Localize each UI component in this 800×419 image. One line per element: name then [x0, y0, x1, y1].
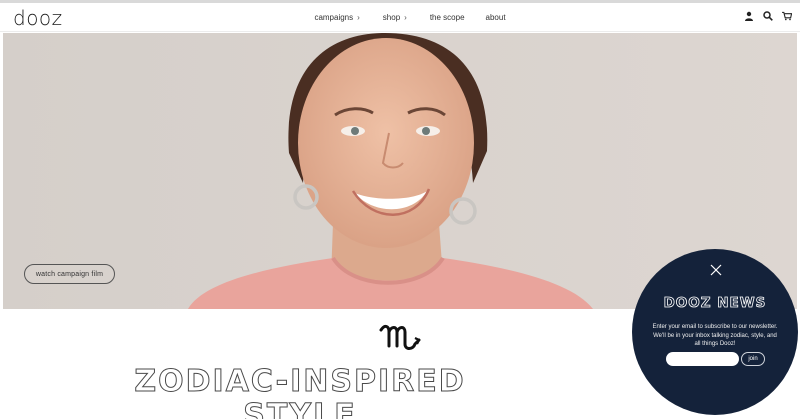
popup-title: DOOZ NEWS: [663, 295, 767, 312]
account-icon[interactable]: [744, 11, 754, 21]
logo-text: dooz: [13, 6, 63, 30]
chevron-right-icon: ›: [404, 13, 407, 22]
nav-item-label: the scope: [429, 13, 465, 22]
nav-item-label: campaigns: [314, 13, 354, 22]
main-nav: campaigns › shop › the scope about: [0, 3, 800, 32]
close-icon[interactable]: [709, 263, 723, 277]
logo[interactable]: dooz: [13, 7, 63, 29]
header-icons: [744, 11, 792, 21]
cart-icon[interactable]: [782, 11, 792, 21]
nav-item-the-scope[interactable]: the scope: [430, 13, 465, 22]
join-button[interactable]: join: [741, 352, 765, 366]
search-icon[interactable]: [763, 11, 773, 21]
newsletter-popup: DOOZ NEWS Enter your email to subscribe …: [632, 249, 798, 415]
nav-item-label: about: [485, 13, 506, 22]
nav-item-shop[interactable]: shop ›: [383, 13, 407, 22]
nav-item-label: shop: [382, 13, 401, 22]
scorpio-icon: [379, 324, 421, 350]
email-field[interactable]: [666, 352, 739, 366]
chevron-right-icon: ›: [357, 13, 360, 22]
nav-item-about[interactable]: about: [486, 13, 506, 22]
site-header: dooz campaigns › shop › the scope about: [0, 3, 800, 32]
watch-campaign-film-button[interactable]: watch campaign film: [24, 264, 115, 284]
nav-item-campaigns[interactable]: campaigns ›: [314, 13, 359, 22]
popup-body: Enter your email to subscribe to our new…: [652, 324, 778, 347]
